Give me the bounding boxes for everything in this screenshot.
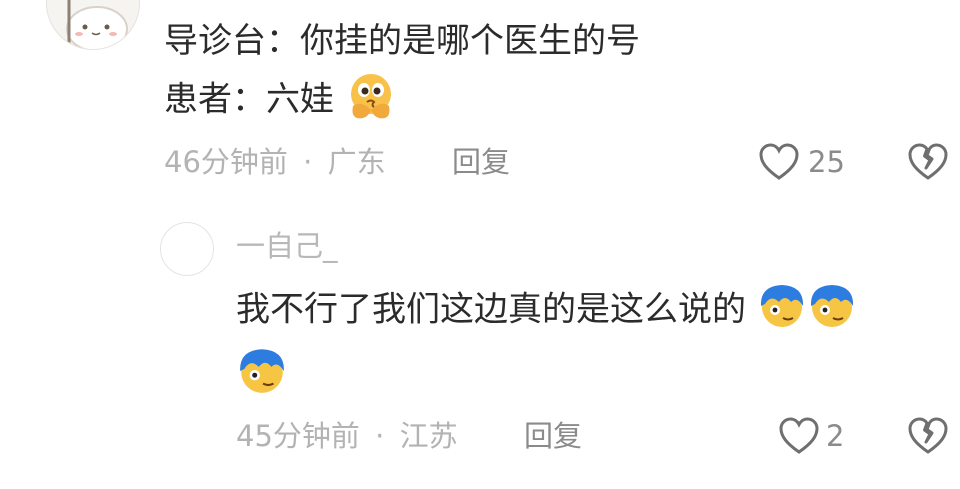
comment-time: 46分钟前	[164, 145, 288, 179]
thinking-face-emoji-icon	[350, 74, 391, 119]
comment-line-2: 患者：六娃	[164, 74, 397, 122]
comment-text-2: 患者：六娃	[164, 79, 334, 120]
blue-hair-face-emoji-icon	[240, 349, 284, 393]
meta-separator: ·	[375, 419, 385, 453]
like-button[interactable]	[758, 142, 800, 182]
reply-button[interactable]: 回复	[452, 148, 510, 177]
reply-text-line-1: 我不行了我们这边真的是这么说的	[236, 285, 857, 330]
heart-icon	[759, 143, 799, 180]
like-count: 25	[808, 145, 845, 179]
reply-location: 江苏	[399, 419, 458, 453]
avatar[interactable]	[46, 0, 140, 50]
reply-time: 45分钟前	[236, 419, 360, 453]
reply-username[interactable]: 一自己_	[236, 232, 338, 261]
meta-separator: ·	[303, 145, 313, 179]
heart-icon	[779, 417, 819, 454]
comment-meta: 46分钟前 · 广东	[164, 148, 386, 177]
reply-like-count: 2	[826, 419, 845, 453]
blue-hair-face-emoji-icon	[810, 285, 853, 327]
blue-hair-face-emoji-icon	[760, 285, 803, 327]
reply-dislike-button[interactable]	[906, 416, 950, 456]
reply-avatar[interactable]	[160, 222, 214, 276]
comment-location: 广东	[327, 145, 386, 179]
reply-meta: 45分钟前 · 江苏	[236, 422, 458, 451]
reply-reply-button[interactable]: 回复	[524, 422, 582, 451]
broken-heart-icon	[908, 417, 948, 454]
reply-like-button[interactable]	[778, 416, 820, 456]
dislike-button[interactable]	[906, 142, 950, 182]
comment-line-1: 导诊台：你挂的是哪个医生的号	[164, 21, 640, 61]
reply-text-line-2	[236, 344, 288, 396]
cat-avatar-icon	[66, 0, 128, 49]
reply-text: 我不行了我们这边真的是这么说的	[236, 289, 746, 330]
broken-heart-icon	[908, 143, 948, 180]
